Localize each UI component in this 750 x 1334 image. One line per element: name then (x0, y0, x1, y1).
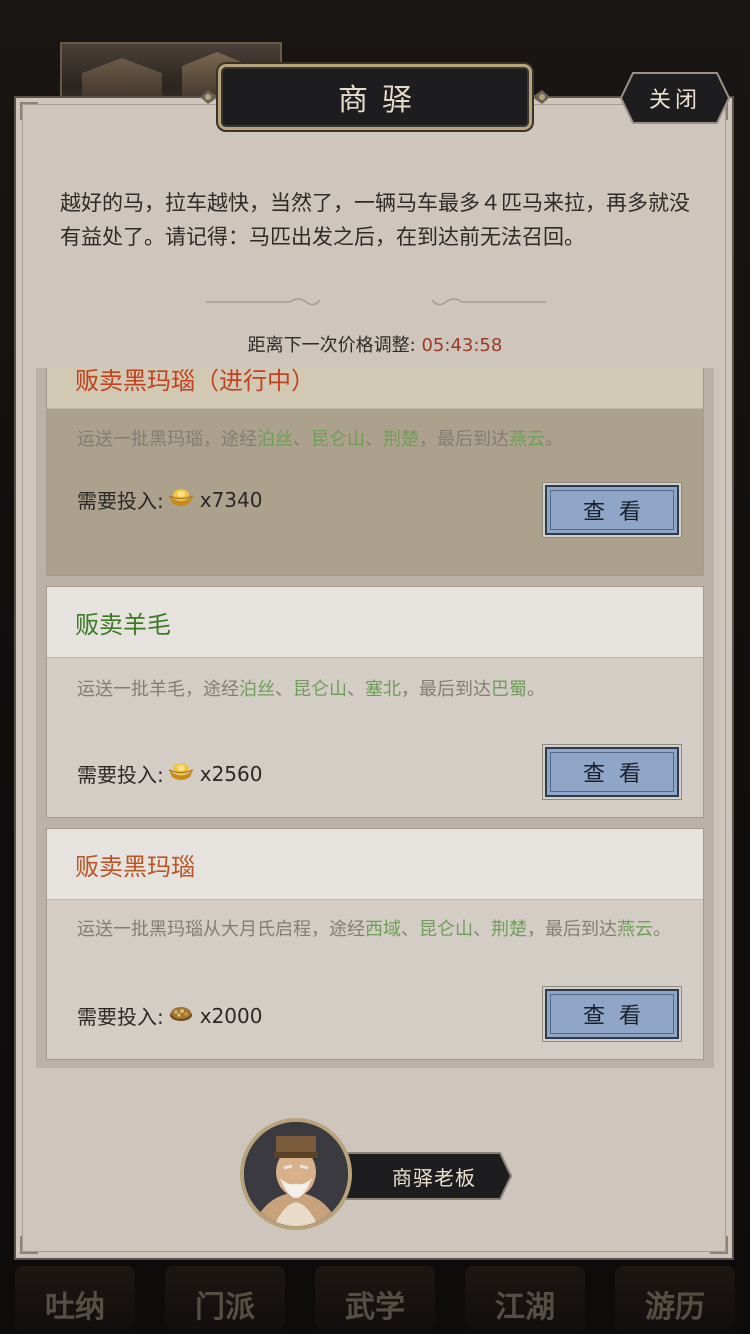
price-adjust-timer: 距离下一次价格调整: 05:43:58 (0, 331, 750, 357)
view-button[interactable]: 查看 (545, 989, 679, 1039)
divider-ornament-left (206, 298, 321, 306)
destination-name: 巴蜀 (491, 679, 527, 700)
corner-ornament (20, 102, 38, 120)
cost-value: x7340 (199, 487, 263, 512)
cost-label: 需要投入: (77, 489, 164, 513)
desc-text: ，最后到达 (527, 919, 617, 940)
place-name: 昆仑山 (419, 919, 473, 940)
nav-item-tuna: 吐纳 (15, 1266, 135, 1330)
place-name: 泊丝 (257, 429, 293, 450)
boss-name: 商驿老板 (392, 1165, 476, 1190)
old-merchant-portrait (244, 1122, 348, 1226)
divider-ornament-right (431, 298, 546, 306)
close-button-label: 关闭 (648, 88, 701, 113)
place-name: 塞北 (365, 679, 401, 700)
corner-ornament (710, 1236, 728, 1254)
dialog-title: 商驿 (338, 83, 426, 118)
nav-item-jianghu: 江湖 (465, 1266, 585, 1330)
trade-route-list[interactable]: 贩卖黑玛瑙（进行中） 运送一批黑玛瑙，途经泊丝、昆仑山、荆楚，最后到达燕云。 需… (36, 368, 714, 1068)
ore-icon (168, 1003, 194, 1028)
trade-card-title: 贩卖羊毛 (47, 587, 703, 658)
plaque-ornament-right (532, 88, 552, 106)
place-name: 昆仑山 (311, 429, 365, 450)
desc-text: 运送一批羊毛，途经 (77, 679, 239, 700)
trade-card: 贩卖黑玛瑙（进行中） 运送一批黑玛瑙，途经泊丝、昆仑山、荆楚，最后到达燕云。 需… (46, 368, 704, 576)
place-name: 荆楚 (491, 919, 527, 940)
plaque-ornament-left (198, 88, 218, 106)
place-name: 泊丝 (239, 679, 275, 700)
gold-ingot-icon (168, 487, 194, 512)
close-button[interactable]: 关闭 (620, 72, 730, 124)
view-button-label: 查看 (582, 762, 655, 787)
trade-card-description: 运送一批黑玛瑙，途经泊丝、昆仑山、荆楚，最后到达燕云。 (77, 429, 563, 450)
place-name: 西域 (365, 919, 401, 940)
cost-label: 需要投入: (77, 763, 164, 787)
desc-text: 。 (653, 919, 671, 940)
boss-avatar[interactable] (240, 1118, 352, 1230)
nav-item-youli: 游历 (615, 1266, 735, 1330)
nav-item-wuxue: 武学 (315, 1266, 435, 1330)
timer-value: 05:43:58 (421, 335, 503, 356)
trade-card-description: 运送一批羊毛，途经泊丝、昆仑山、塞北，最后到达巴蜀。 (77, 679, 545, 700)
place-name: 荆楚 (383, 429, 419, 450)
trade-card: 贩卖黑玛瑙 运送一批黑玛瑙从大月氏启程，途经西域、昆仑山、荆楚，最后到达燕云。 … (46, 828, 704, 1060)
cost-label: 需要投入: (77, 1005, 164, 1029)
desc-text: 。 (545, 429, 563, 450)
desc-text: 。 (527, 679, 545, 700)
trade-card-cost: 需要投入: x2560 (77, 759, 262, 788)
bottom-nav-dimmed: 吐纳 门派 武学 江湖 游历 (0, 1262, 750, 1334)
nav-item-menpai: 门派 (165, 1266, 285, 1330)
intro-text: 越好的马，拉车越快，当然了，一辆马车最多４匹马来拉，再多就没有益处了。请记得：马… (60, 191, 690, 249)
trade-card-title: 贩卖黑玛瑙 (47, 829, 703, 900)
timer-label: 距离下一次价格调整: (247, 335, 416, 356)
cost-value: x2560 (199, 761, 263, 786)
corner-ornament (20, 1236, 38, 1254)
desc-text: 运送一批黑玛瑙，途经 (77, 429, 257, 450)
view-button-label: 查看 (582, 1004, 655, 1029)
trade-card-cost: 需要投入: x2000 (77, 1001, 262, 1030)
destination-name: 燕云 (509, 429, 545, 450)
destination-name: 燕云 (617, 919, 653, 940)
cost-value: x2000 (199, 1003, 263, 1028)
desc-text: ，最后到达 (419, 429, 509, 450)
place-name: 昆仑山 (293, 679, 347, 700)
trade-card: 贩卖羊毛 运送一批羊毛，途经泊丝、昆仑山、塞北，最后到达巴蜀。 需要投入: x2… (46, 586, 704, 818)
desc-text: 运送一批黑玛瑙从大月氏启程，途经 (77, 919, 365, 940)
trade-card-description: 运送一批黑玛瑙从大月氏启程，途经西域、昆仑山、荆楚，最后到达燕云。 (77, 919, 671, 940)
trade-card-cost: 需要投入: x7340 (77, 485, 262, 514)
view-button[interactable]: 查看 (545, 485, 679, 535)
gold-ingot-icon (168, 761, 194, 786)
view-button[interactable]: 查看 (545, 747, 679, 797)
title-plaque: 商驿 (218, 64, 532, 130)
trade-card-title: 贩卖黑玛瑙（进行中） (47, 368, 703, 409)
desc-text: ，最后到达 (401, 679, 491, 700)
view-button-label: 查看 (582, 500, 655, 525)
